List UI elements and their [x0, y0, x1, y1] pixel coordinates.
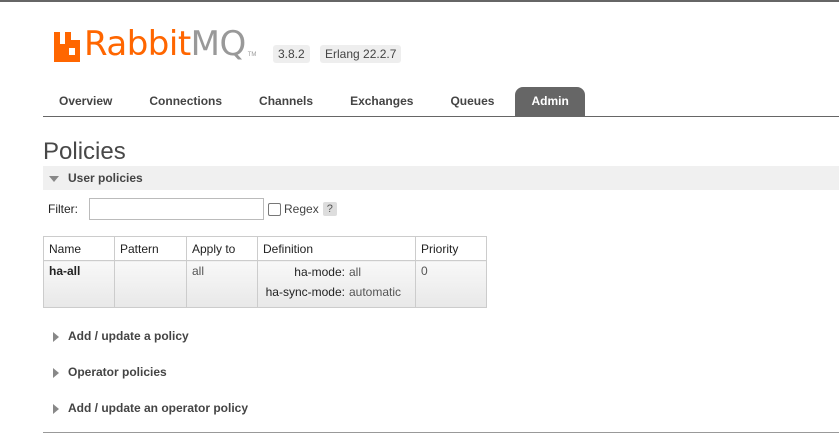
column-header-definition[interactable]: Definition [257, 236, 416, 261]
column-header-apply-to[interactable]: Apply to [186, 236, 258, 261]
column-header-pattern[interactable]: Pattern [114, 236, 187, 261]
logo-text-mq: MQ [190, 24, 247, 64]
column-header-name[interactable]: Name [43, 236, 115, 261]
user-policies-table: Name Pattern Apply to Definition Priorit… [43, 236, 487, 308]
collapse-arrow-icon [49, 175, 59, 182]
definition-key: ha-mode: [294, 265, 345, 279]
page-title: Policies [43, 138, 126, 165]
definition-key: ha-sync-mode: [265, 285, 345, 299]
rabbitmq-logo[interactable]: RabbitMQ TM [54, 26, 256, 62]
filter-label: Filter: [48, 202, 78, 216]
expand-arrow-icon [53, 403, 59, 414]
add-policy-section-header[interactable]: Add / update a policy [43, 324, 839, 348]
tab-queues[interactable]: Queues [434, 87, 510, 116]
policy-name-link[interactable]: ha-all [43, 260, 115, 308]
top-border [0, 0, 839, 2]
user-policies-label: User policies [68, 171, 143, 185]
policy-pattern [114, 260, 187, 308]
footer-divider [43, 432, 839, 433]
definition-table: ha-mode: all ha-sync-mode: automatic [263, 264, 401, 304]
definition-row: ha-sync-mode: automatic [263, 284, 401, 304]
tab-overview[interactable]: Overview [43, 87, 128, 116]
definition-value: automatic [349, 285, 402, 299]
tab-divider [43, 116, 839, 117]
add-operator-policy-label: Add / update an operator policy [68, 401, 249, 415]
user-policies-section-header[interactable]: User policies [43, 166, 839, 190]
expand-arrow-icon [53, 331, 59, 342]
add-policy-label: Add / update a policy [68, 329, 189, 343]
add-operator-policy-section-header[interactable]: Add / update an operator policy [43, 396, 839, 420]
definition-value: all [349, 265, 362, 279]
definition-row: ha-mode: all [263, 264, 401, 284]
erlang-version-badge: Erlang 22.2.7 [320, 45, 402, 63]
tab-connections[interactable]: Connections [133, 87, 238, 116]
column-header-priority[interactable]: Priority [415, 236, 487, 261]
logo-text-rabbit: Rabbit [84, 24, 191, 64]
main-nav-tabs: Overview Connections Channels Exchanges … [43, 87, 585, 116]
tab-channels[interactable]: Channels [243, 87, 329, 116]
filter-input[interactable] [89, 198, 264, 220]
filter-row: Filter: Regex ? [48, 198, 337, 220]
operator-policies-label: Operator policies [68, 365, 167, 379]
table-row[interactable]: ha-all all ha-mode: all ha-sync-mode: au… [43, 260, 487, 308]
policy-apply-to: all [186, 260, 258, 308]
policy-definition: ha-mode: all ha-sync-mode: automatic [257, 260, 416, 308]
logo-trademark: TM [247, 52, 257, 58]
regex-checkbox[interactable] [268, 202, 281, 216]
expand-arrow-icon [53, 367, 59, 378]
table-header-row: Name Pattern Apply to Definition Priorit… [43, 236, 487, 261]
regex-help-button[interactable]: ? [322, 202, 337, 216]
rabbitmq-version-badge: 3.8.2 [273, 45, 310, 63]
rabbitmq-logo-icon [54, 28, 80, 62]
tab-admin[interactable]: Admin [515, 87, 585, 116]
regex-label[interactable]: Regex [284, 202, 319, 216]
policy-priority: 0 [415, 260, 487, 308]
tab-exchanges[interactable]: Exchanges [334, 87, 429, 116]
operator-policies-section-header[interactable]: Operator policies [43, 360, 839, 384]
